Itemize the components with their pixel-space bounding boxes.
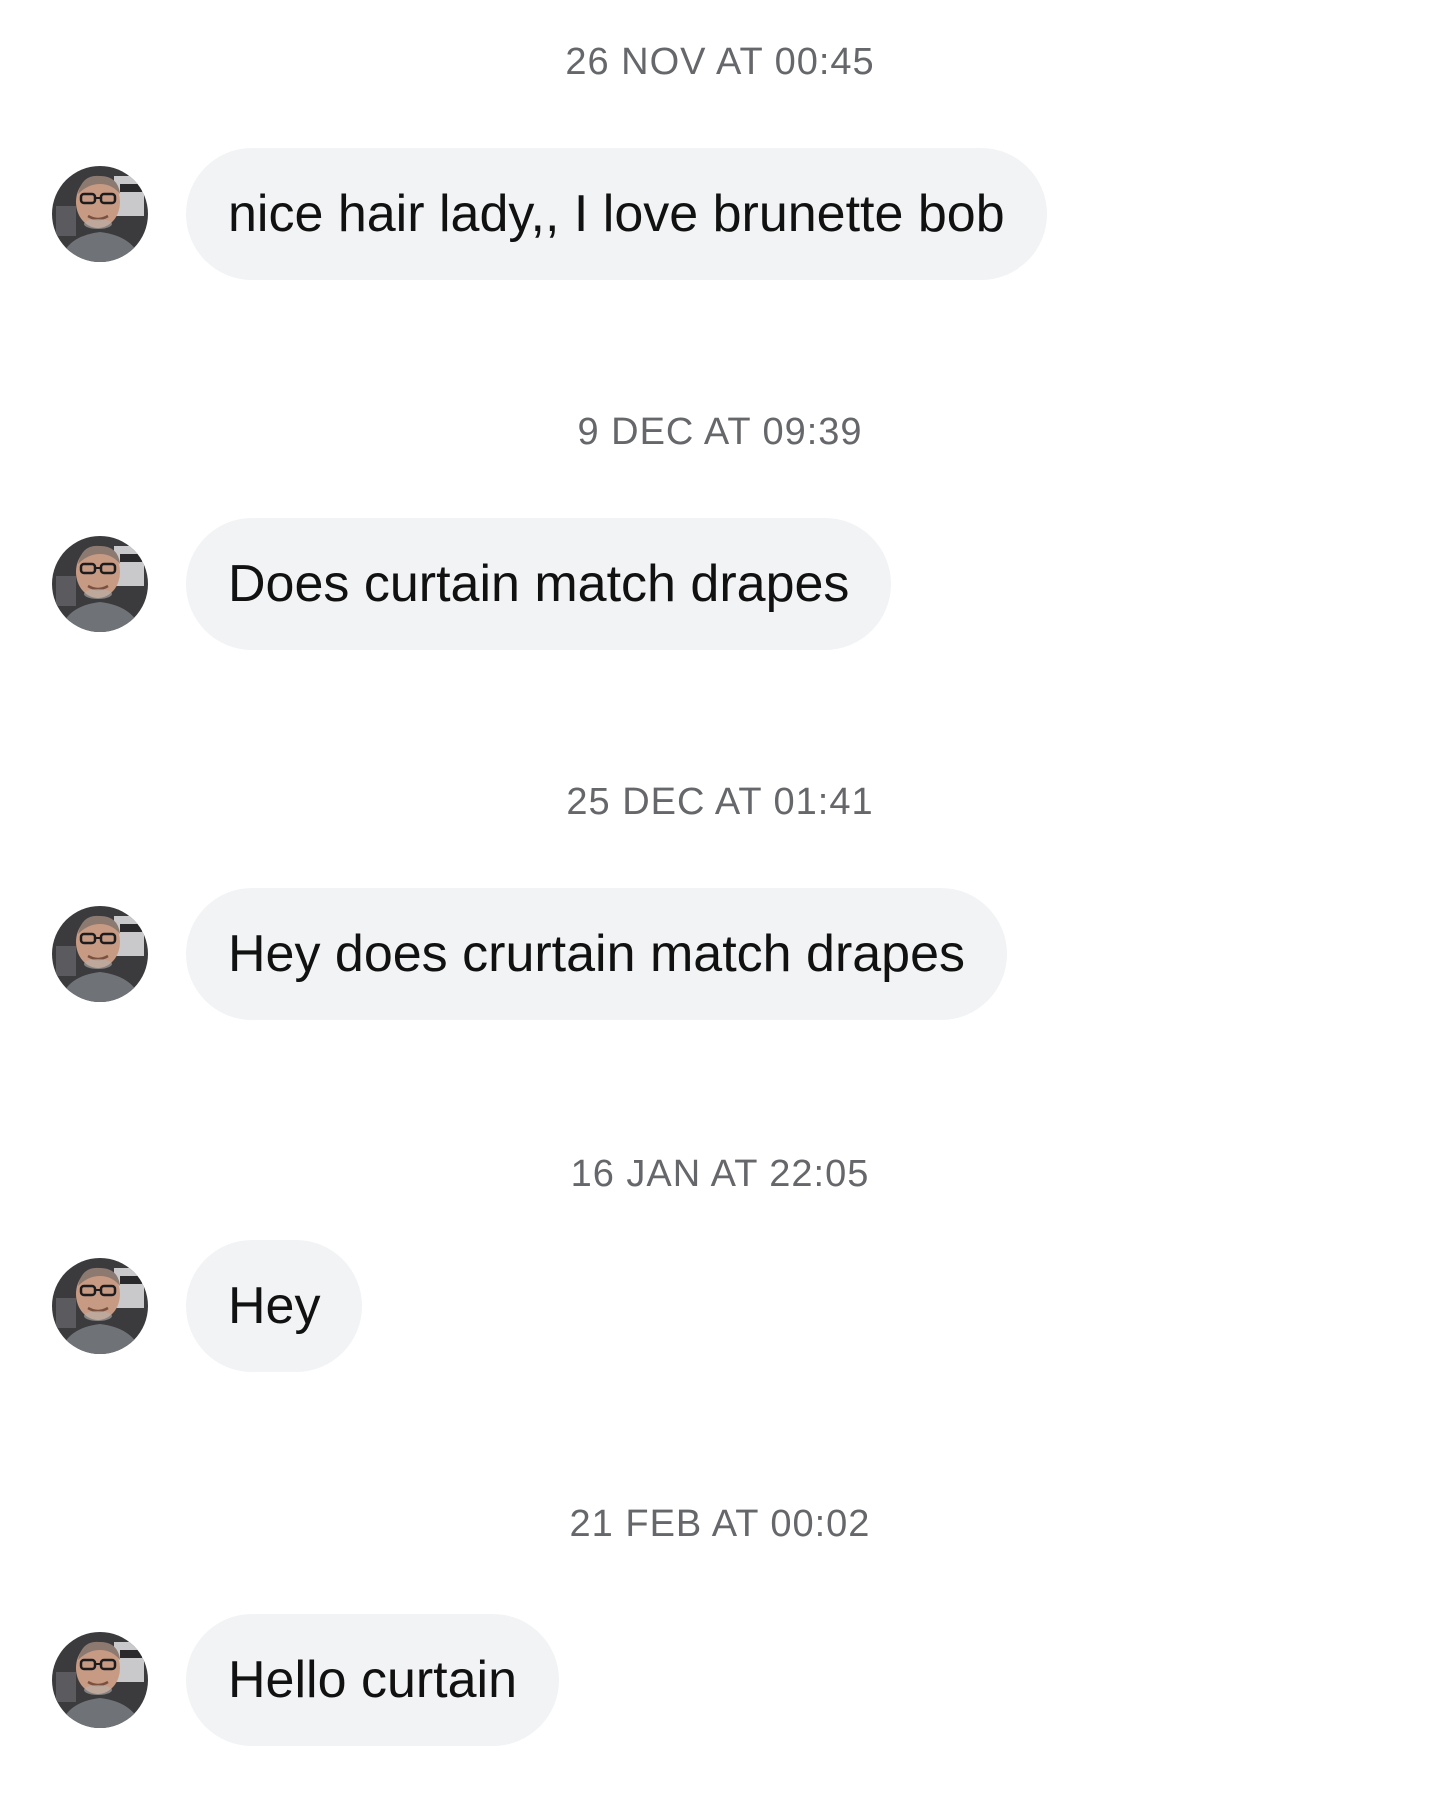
- message-bubble[interactable]: Hello curtain: [186, 1614, 560, 1746]
- avatar[interactable]: [52, 166, 148, 262]
- timestamp: 26 NOV AT 00:45: [565, 41, 875, 83]
- avatar[interactable]: [52, 536, 148, 632]
- message-row: Hey: [52, 1240, 363, 1372]
- timestamp: 16 JAN AT 22:05: [570, 1153, 870, 1195]
- avatar-photo-icon: [52, 536, 148, 632]
- avatar[interactable]: [52, 1258, 148, 1354]
- avatar-photo-icon: [52, 1258, 148, 1354]
- message-thread: 26 NOV AT 00:45 nice hair lady,, I love …: [0, 0, 1440, 1800]
- avatar-photo-icon: [52, 1632, 148, 1728]
- message-bubble[interactable]: Hey: [186, 1240, 363, 1372]
- avatar[interactable]: [52, 906, 148, 1002]
- timestamp: 25 DEC AT 01:41: [566, 781, 874, 823]
- avatar-photo-icon: [52, 906, 148, 1002]
- message-bubble[interactable]: Does curtain match drapes: [186, 518, 892, 650]
- message-row: Hey does crurtain match drapes: [52, 888, 1008, 1020]
- message-row: Hello curtain: [52, 1614, 560, 1746]
- message-bubble[interactable]: Hey does crurtain match drapes: [186, 888, 1008, 1020]
- message-row: nice hair lady,, I love brunette bob: [52, 148, 1047, 280]
- message-bubble[interactable]: nice hair lady,, I love brunette bob: [186, 148, 1047, 280]
- timestamp: 9 DEC AT 09:39: [577, 411, 863, 453]
- timestamp: 21 FEB AT 00:02: [569, 1503, 871, 1545]
- message-row: Does curtain match drapes: [52, 518, 892, 650]
- avatar[interactable]: [52, 1632, 148, 1728]
- avatar-photo-icon: [52, 166, 148, 262]
